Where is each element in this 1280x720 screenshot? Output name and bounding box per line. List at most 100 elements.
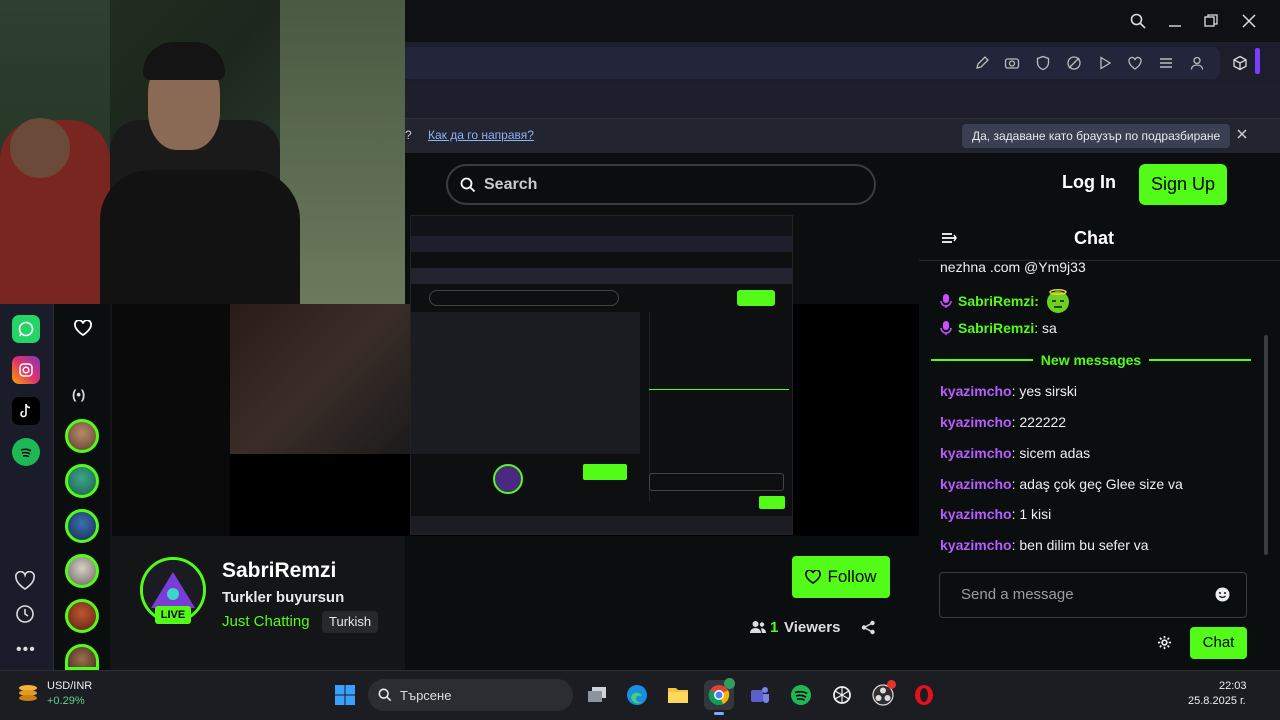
edit-icon[interactable] (971, 52, 993, 74)
stream-category[interactable]: Just Chatting (222, 613, 310, 630)
ticker-name[interactable]: USD/INR (47, 680, 92, 692)
chat-username[interactable]: kyazimcho (940, 445, 1012, 461)
whatsapp-icon[interactable] (12, 315, 40, 343)
emoji-picker-icon[interactable] (1215, 587, 1230, 602)
webcam-person-main (100, 170, 300, 304)
viewers-icon (750, 620, 766, 634)
bookmarks-bar (405, 84, 1280, 118)
chat-username[interactable]: kyazimcho (940, 414, 1012, 430)
set-default-button[interactable]: Да, задаване като браузър по подразбиран… (962, 124, 1231, 148)
taskbar-search-placeholder: Търсене (400, 687, 452, 703)
task-view-icon[interactable] (582, 680, 612, 710)
infobar-close-icon[interactable] (1236, 128, 1248, 140)
chat-username[interactable]: kyazimcho (940, 476, 1012, 492)
streamer-name[interactable]: SabriRemzi (222, 559, 336, 583)
search-input[interactable]: Search (446, 164, 876, 205)
message-text: : 1 kisi (1011, 506, 1052, 522)
login-button[interactable]: Log In (1062, 172, 1116, 193)
follow-button[interactable]: Follow (792, 556, 890, 598)
teams-icon[interactable] (745, 680, 775, 710)
search-icon (460, 177, 476, 192)
heart-icon[interactable] (1124, 52, 1146, 74)
heart-icon (805, 570, 822, 584)
history-clock-icon[interactable] (15, 604, 35, 624)
chat-message: kyazimcho: 1 kisi (940, 506, 1051, 522)
minimize-icon[interactable] (1161, 8, 1189, 34)
camera-icon[interactable] (1001, 52, 1023, 74)
new-messages-divider: New messages (931, 352, 1251, 368)
chrome-profile-badge (724, 678, 735, 689)
new-messages-label: New messages (1040, 352, 1142, 368)
following-avatar[interactable] (65, 419, 99, 453)
chatgpt-icon[interactable] (827, 680, 857, 710)
message-text: : yes sirski (1011, 383, 1077, 399)
webcam-hair-main (143, 42, 225, 80)
shield-icon[interactable] (1032, 52, 1054, 74)
edge-browser-icon[interactable] (622, 680, 652, 710)
instagram-icon[interactable] (12, 356, 40, 384)
search-placeholder: Search (484, 175, 538, 193)
signup-button[interactable]: Sign Up (1139, 164, 1227, 205)
microphone-badge-icon (940, 294, 952, 308)
message-text: : sa (1034, 320, 1057, 336)
vpn-icon[interactable] (1063, 52, 1085, 74)
chat-message: SabriRemzi: sa (940, 320, 1057, 336)
chat-message: nezhna .com @Ym9j33 (940, 259, 1086, 275)
chat-send-button[interactable]: Chat (1190, 627, 1247, 659)
windows-start-icon[interactable] (330, 680, 360, 710)
live-badge: LIVE (155, 606, 191, 624)
following-avatar[interactable] (65, 554, 99, 588)
opera-icon[interactable] (909, 680, 939, 710)
stream-title: Turkler buyursun (222, 589, 345, 606)
following-avatar[interactable] (65, 464, 99, 498)
favorites-heart-icon[interactable] (14, 571, 36, 591)
language-tag[interactable]: Turkish (322, 611, 379, 633)
ticker-change: +0.29% (47, 695, 85, 707)
video-webcam-area (230, 304, 410, 454)
stocks-widget-icon[interactable] (16, 680, 40, 704)
restore-icon[interactable] (1197, 8, 1225, 34)
viewers-label: Viewers (784, 619, 841, 636)
emote-icon (1046, 289, 1069, 313)
more-dots-icon[interactable]: ••• (16, 641, 36, 659)
chat-settings-gear-icon[interactable] (1157, 635, 1172, 650)
play-icon[interactable] (1094, 52, 1116, 74)
active-app-indicator (714, 712, 724, 715)
extensions-icon[interactable] (1229, 52, 1251, 74)
message-text: : ben dilim bu sefer va (1011, 537, 1149, 553)
taskbar-search[interactable]: Търсене (368, 679, 573, 711)
chat-username[interactable]: kyazimcho (940, 506, 1012, 522)
menu-icon[interactable] (1155, 52, 1177, 74)
following-avatar[interactable] (65, 644, 99, 670)
following-avatar[interactable] (65, 509, 99, 543)
viewers-count: 1 (770, 619, 779, 636)
close-window-icon[interactable] (1235, 8, 1263, 34)
obs-recording-badge (887, 680, 896, 689)
follow-label: Follow (827, 567, 877, 586)
following-heart-icon[interactable] (74, 320, 92, 336)
chat-username[interactable]: SabriRemzi (958, 293, 1034, 309)
following-avatar[interactable] (65, 599, 99, 633)
collapse-chat-icon[interactable] (941, 231, 957, 245)
tiktok-icon[interactable] (12, 397, 40, 425)
search-tabs-icon[interactable] (1124, 8, 1152, 34)
chat-message: kyazimcho: yes sirski (940, 383, 1077, 399)
message-text: : (1034, 293, 1039, 309)
chat-message: kyazimcho: 222222 (940, 414, 1066, 430)
share-icon[interactable] (861, 620, 876, 635)
chat-username[interactable]: SabriRemzi (958, 320, 1034, 336)
chat-message: SabriRemzi: (940, 288, 1071, 314)
spotify-icon[interactable] (12, 438, 40, 466)
chat-scrollbar[interactable] (1264, 335, 1268, 555)
live-broadcast-icon: (•) (72, 387, 86, 402)
infobar-text: ? (405, 128, 412, 142)
clock-time[interactable]: 22:03 (1219, 680, 1247, 692)
chat-username[interactable]: kyazimcho (940, 383, 1012, 399)
clock-date[interactable]: 25.8.2025 г. (1188, 695, 1246, 707)
infobar-link[interactable]: Как да го направя? (428, 128, 534, 142)
spotify-taskbar-icon[interactable] (786, 680, 816, 710)
message-text: : adaş çok geç Glee size va (1011, 476, 1183, 492)
file-explorer-icon[interactable] (663, 680, 693, 710)
profile-icon[interactable] (1186, 52, 1208, 74)
chat-username[interactable]: kyazimcho (940, 537, 1012, 553)
